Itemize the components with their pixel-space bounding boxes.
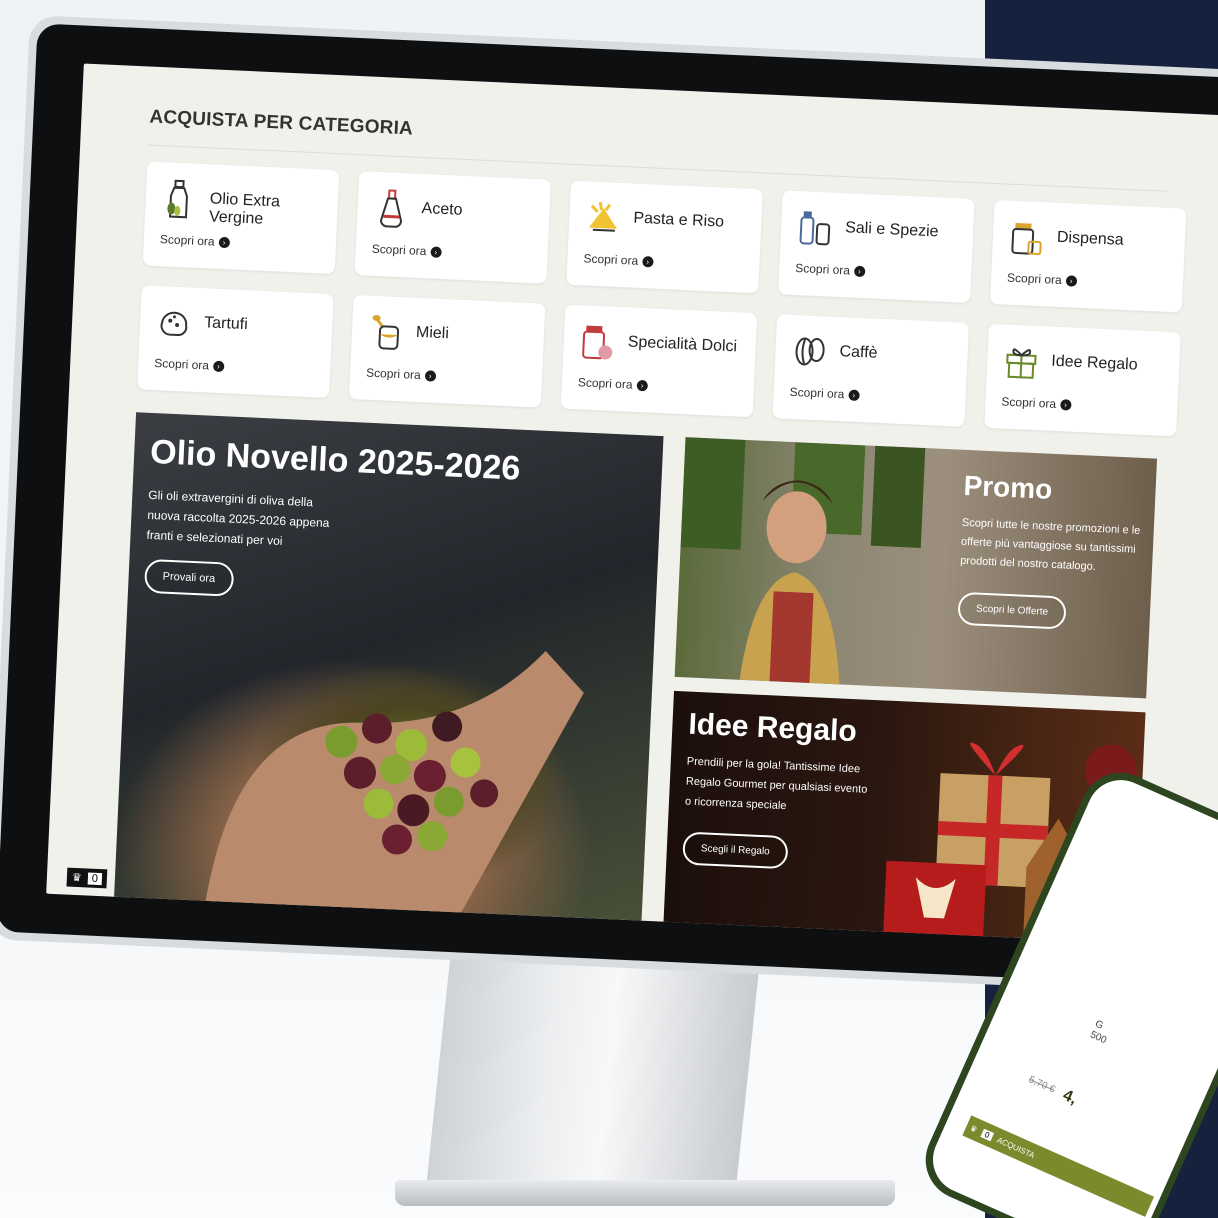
banner-title: Promo <box>962 469 1053 505</box>
discover-label: Scopri ora <box>1006 270 1063 288</box>
discover-link[interactable]: Scopri ora › <box>1007 271 1077 288</box>
sweets-jar-icon <box>582 325 613 360</box>
category-card-sali[interactable]: Sali e Spezie Scopri ora › <box>778 190 975 303</box>
arrow-circle-icon: › <box>424 369 437 382</box>
category-label: Aceto <box>421 199 463 219</box>
phone-old-price: 5,70 € <box>1026 1074 1057 1096</box>
discover-link[interactable]: Scopri ora › <box>794 260 866 278</box>
phone-buy-bar[interactable]: ♛ 0 ACQUISTA <box>962 1115 1155 1217</box>
vinegar-bottle-icon <box>380 189 403 228</box>
discover-label: Scopri ora <box>577 375 633 392</box>
category-label: Mieli <box>415 323 450 343</box>
jar-icon <box>1011 222 1042 255</box>
provali-button[interactable]: Provali ora <box>143 558 234 597</box>
arrow-circle-icon: › <box>212 360 225 372</box>
phone-cart-count: 0 <box>980 1128 994 1141</box>
scopri-offerte-button[interactable]: Scopri le Offerte <box>957 591 1067 630</box>
category-card-mieli[interactable]: Mieli Scopri ora › <box>348 294 546 408</box>
discover-label: Scopri ora <box>1001 394 1057 411</box>
cart-widget[interactable]: ♛ 0 <box>66 867 108 889</box>
pasta-icon <box>588 201 617 232</box>
discover-label: Scopri ora <box>159 232 215 249</box>
discover-label: Scopri ora <box>371 241 427 259</box>
category-card-caffe[interactable]: Caffè Scopri ora › <box>772 314 969 427</box>
arrow-circle-icon: › <box>848 389 860 401</box>
banner-promo[interactable]: Promo Scopri tutte le nostre promozioni … <box>674 437 1158 699</box>
category-label: Caffè <box>839 343 878 362</box>
arrow-circle-icon: › <box>430 245 442 258</box>
phone-price: 4, <box>1060 1086 1080 1108</box>
discover-link[interactable]: Scopri ora › <box>371 241 442 259</box>
monitor-base <box>395 1180 895 1206</box>
category-label: Pasta e Riso <box>633 209 725 231</box>
discover-label: Scopri ora <box>365 365 422 383</box>
category-label: Specialità Dolci <box>627 333 738 356</box>
basket-icon: ♛ <box>968 1122 979 1135</box>
category-label: Tartufi <box>203 314 249 334</box>
discover-label: Scopri ora <box>789 384 845 402</box>
category-grid: Olio Extra Vergine Scopri ora › Aceto Sco… <box>137 161 1187 437</box>
discover-link[interactable]: Scopri ora › <box>160 232 230 249</box>
category-card-tartufi[interactable]: Tartufi Scopri ora › <box>137 285 334 398</box>
banner-olio-novello[interactable]: Olio Novello 2025-2026 Gli oli extraverg… <box>113 412 664 936</box>
discover-link[interactable]: Scopri ora › <box>1001 394 1072 411</box>
discover-label: Scopri ora <box>154 356 210 373</box>
truffle-icon <box>160 311 188 337</box>
discover-label: Scopri ora <box>583 251 639 268</box>
discover-link[interactable]: Scopri ora › <box>789 384 860 402</box>
scegli-regalo-button[interactable]: Scegli il Regalo <box>682 831 789 870</box>
arrow-circle-icon: › <box>636 379 648 391</box>
discover-link[interactable]: Scopri ora › <box>578 375 648 392</box>
phone-product-info: G 500 <box>1088 1018 1113 1047</box>
section-title: ACQUISTA PER CATEGORIA <box>149 106 414 140</box>
arrow-circle-icon: › <box>641 255 654 268</box>
olive-oil-bottle-icon <box>167 179 188 219</box>
banner-text: Scopri tutte le nostre promozioni e le o… <box>960 514 1141 579</box>
monitor: ACQUISTA PER CATEGORIA Olio Extra Vergin… <box>0 15 1218 1000</box>
website-screen: ACQUISTA PER CATEGORIA Olio Extra Vergin… <box>46 63 1218 950</box>
discover-link[interactable]: Scopri ora › <box>583 251 654 268</box>
arrow-circle-icon: › <box>1065 274 1077 287</box>
category-card-aceto[interactable]: Aceto Scopri ora › <box>354 171 552 284</box>
category-label: Idee Regalo <box>1050 352 1138 374</box>
category-card-regalo[interactable]: Idee Regalo Scopri ora › <box>984 323 1181 437</box>
cart-count: 0 <box>87 872 103 885</box>
salt-pepper-icon <box>799 211 831 246</box>
basket-icon: ♛ <box>71 871 83 885</box>
category-card-dispensa[interactable]: Dispensa Scopri ora › <box>989 199 1187 313</box>
honey-jar-icon <box>372 315 400 350</box>
arrow-circle-icon: › <box>1059 398 1072 411</box>
coffee-bean-icon <box>795 337 825 366</box>
discover-link[interactable]: Scopri ora › <box>154 356 225 373</box>
gift-icon <box>1006 348 1037 379</box>
arrow-circle-icon: › <box>218 236 230 248</box>
category-card-dolci[interactable]: Specialità Dolci Scopri ora › <box>560 304 758 418</box>
category-label: Olio Extra Vergine <box>208 190 281 228</box>
discover-link[interactable]: Scopri ora › <box>365 365 437 383</box>
arrow-circle-icon: › <box>853 265 866 277</box>
category-label: Dispensa <box>1056 228 1124 249</box>
category-label: Sali e Spezie <box>844 219 939 241</box>
banner-text: Gli oli extravergini di oliva della nuov… <box>146 485 331 553</box>
banner-text: Prendili per la gola! Tantissime Idee Re… <box>685 752 869 820</box>
monitor-bezel: ACQUISTA PER CATEGORIA Olio Extra Vergin… <box>0 23 1218 992</box>
discover-label: Scopri ora <box>794 260 851 278</box>
category-card-olio[interactable]: Olio Extra Vergine Scopri ora › <box>142 161 340 275</box>
category-card-pasta[interactable]: Pasta e Riso Scopri ora › <box>566 180 763 294</box>
phone-buy-label: ACQUISTA <box>995 1135 1037 1160</box>
